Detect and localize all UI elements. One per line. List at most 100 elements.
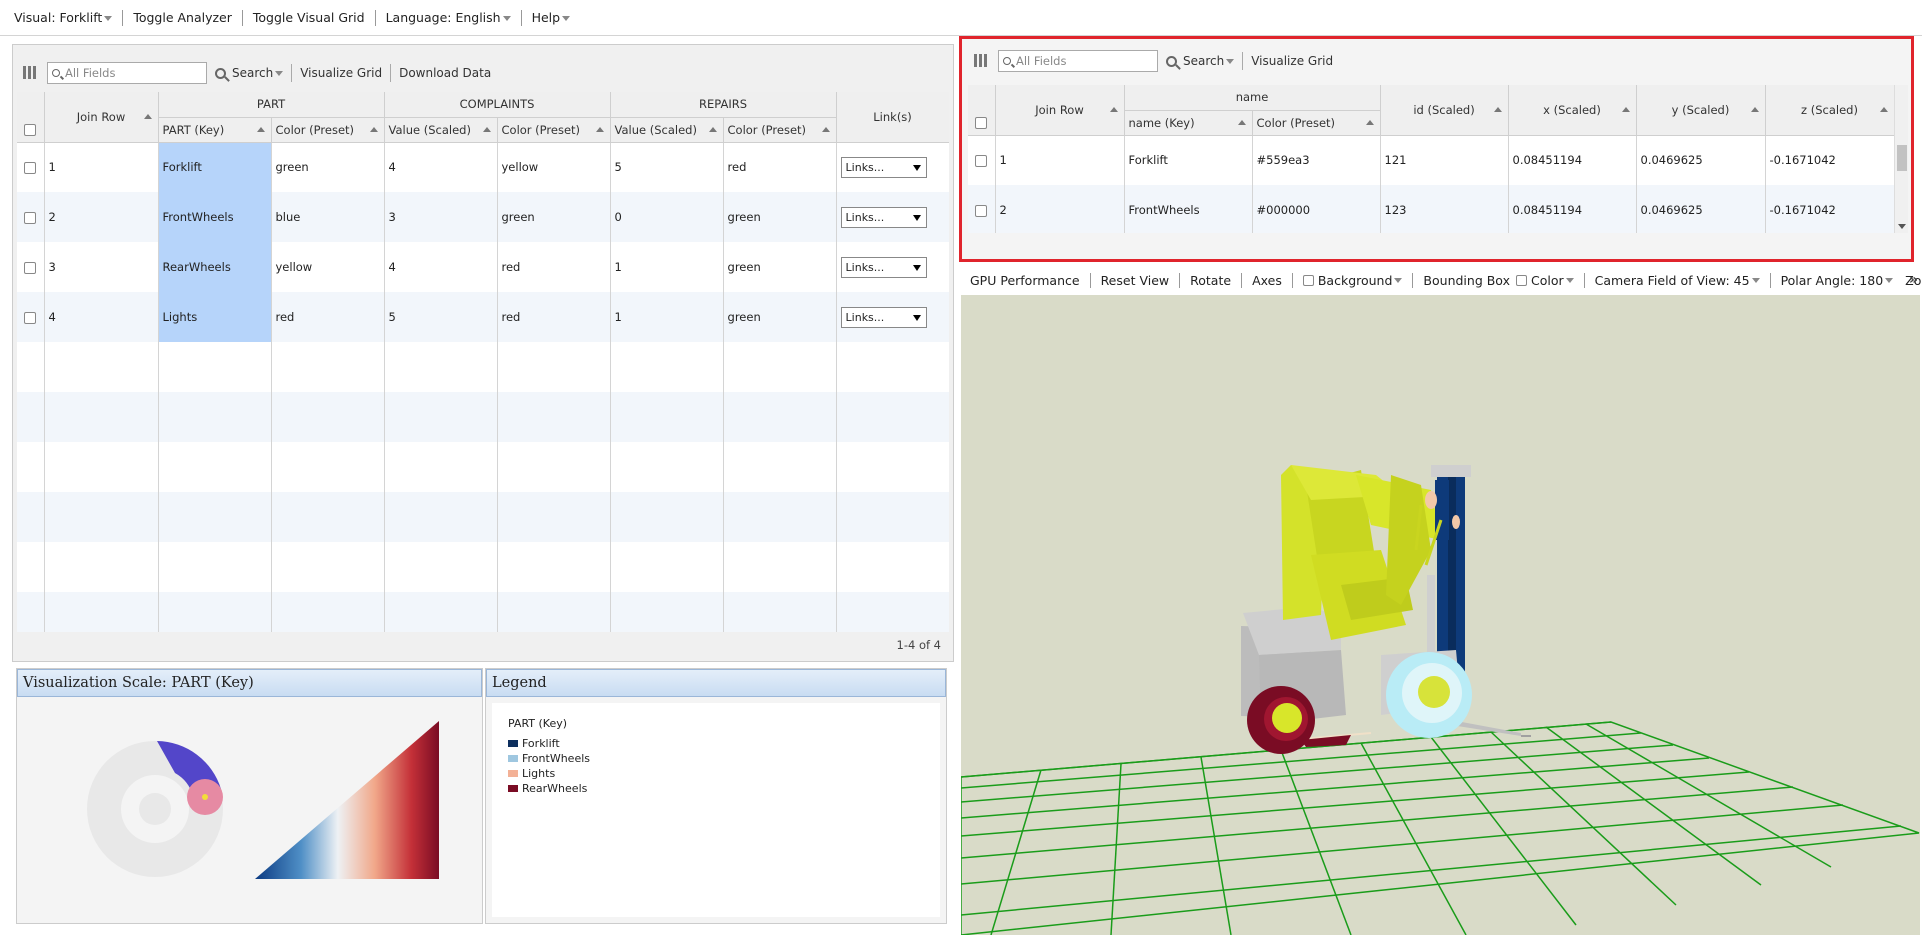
background-checkbox[interactable] [1302,274,1314,286]
cell-c-color [497,442,611,492]
right-visualize-grid-button[interactable]: Visualize Grid [1251,54,1333,68]
download-data-button[interactable]: Download Data [399,66,491,80]
table-row[interactable]: 3 RearWheels yellow 4 red 1 green Links... [17,242,949,292]
row-checkbox[interactable] [975,154,988,167]
cell-c-color: red [497,292,611,342]
scroll-down-icon[interactable] [1898,224,1906,229]
table-row[interactable]: 1 Forklift #559ea3 121 0.08451194 0.0469625 -0… [968,135,1895,185]
cell-links: Links... [836,292,949,342]
vertical-scrollbar[interactable] [1894,85,1908,233]
repairs-value-header[interactable]: Value (Scaled) [610,117,724,143]
toggle-visual-grid-button[interactable]: Toggle Visual Grid [243,9,376,26]
table-row[interactable]: 1 Forklift green 4 yellow 5 red Links... [17,142,949,192]
help-menu[interactable]: Help [522,10,581,26]
join-row-header[interactable]: Join Row [44,92,159,143]
id-header[interactable]: id (Scaled) [1380,85,1509,136]
sort-up-icon [256,126,265,132]
select-all-checkbox[interactable] [975,116,988,129]
row-checkbox[interactable] [975,204,988,217]
legend-list: Forklift FrontWheels Lights RearWheels [508,737,924,795]
color-menu[interactable]: Color [1514,272,1585,288]
left-search-button[interactable]: Search [215,66,284,80]
left-visualize-grid-button[interactable]: Visualize Grid [300,66,382,80]
camera-fov-menu[interactable]: Camera Field of View: 45 [1585,272,1771,288]
sort-up-icon [1365,119,1374,125]
table-row[interactable]: 2 FrontWheels #000000 123 0.08451194 0.046962… [968,185,1895,233]
right-grid-body: Join Row name id (Scaled) x (Scaled) y (… [968,85,1908,233]
cell-c-color [497,392,611,442]
y-header-label: y (Scaled) [1671,102,1730,117]
links-dropdown[interactable]: Links... [840,206,927,228]
row-checkbox[interactable] [24,261,37,274]
cell-r-value [610,342,724,392]
name-color-header[interactable]: Color (Preset) [1252,110,1381,136]
legend-body: PART (Key) Forklift FrontWheels Lights Rear… [492,703,940,917]
part-color-header-label: Color (Preset) [275,122,355,137]
column-chooser-icon[interactable] [974,54,988,68]
language-menu[interactable]: Language: English [376,9,522,26]
row-checkbox[interactable] [24,211,37,224]
sort-up-icon [369,126,378,132]
part-color-header[interactable]: Color (Preset) [271,117,385,143]
table-row[interactable]: 4 Lights red 5 red 1 green Links... [17,292,949,342]
cell-c-color: yellow [497,142,611,192]
scale-color-ramp-triangle [255,721,439,879]
complaints-value-header-label: Value (Scaled) [388,122,471,137]
bounding-box-checkbox[interactable] [1515,274,1527,286]
z-header[interactable]: z (Scaled) [1765,85,1895,136]
cell-r-value [610,492,724,542]
rotate-button[interactable]: Rotate [1180,272,1243,288]
y-header[interactable]: y (Scaled) [1636,85,1766,136]
links-dropdown[interactable]: Links... [840,156,927,178]
visual-menu[interactable]: Visual: Forklift [4,9,124,26]
cell-c-value [384,492,498,542]
complaints-value-header[interactable]: Value (Scaled) [384,117,498,143]
cell-r-color [723,392,837,442]
left-search-label: Search [232,66,274,80]
select-all-checkbox[interactable] [24,123,37,136]
reset-view-button[interactable]: Reset View [1091,272,1181,288]
right-search-input[interactable]: All Fields [998,50,1158,72]
visualization-scale-panel: Visualization Scale: PART (Key) [16,668,483,924]
cell-part-color [271,592,385,632]
repairs-color-header[interactable]: Color (Preset) [723,117,837,143]
scrollbar-thumb[interactable] [1897,145,1907,171]
legend-heading: PART (Key) [508,717,568,730]
right-search-button[interactable]: Search [1166,54,1235,68]
cell-r-value: 1 [610,292,724,342]
x-header[interactable]: x (Scaled) [1508,85,1637,136]
polar-angle-menu[interactable]: Polar Angle: 180 [1771,273,1904,288]
sort-up-icon [1750,106,1759,112]
part-key-header[interactable]: PART (Key) [158,117,272,143]
right-grid-toolbar: All Fields Search Visualize Grid [968,45,1898,77]
sort-up-icon [1621,106,1630,112]
sort-up-icon [1879,106,1888,112]
join-row-header[interactable]: Join Row [995,85,1125,136]
row-checkbox[interactable] [24,311,37,324]
table-row[interactable]: 2 FrontWheels blue 3 green 0 green Links... [17,192,949,242]
cell-color: #559ea3 [1252,135,1381,185]
3d-viewer-canvas[interactable] [961,295,1920,935]
axes-button[interactable]: Axes [1242,272,1293,288]
join-row-header-label: Join Row [76,109,126,124]
row-checkbox-cell [17,392,45,442]
toolbar-overflow-icon[interactable]: » [1909,272,1918,288]
cell-color: #000000 [1252,185,1381,233]
cell-r-value: 5 [610,142,724,192]
row-checkbox[interactable] [24,161,37,174]
column-chooser-icon[interactable] [23,66,37,80]
sort-up-icon [708,126,717,132]
complaints-group-header: COMPLAINTS [384,92,611,118]
search-icon [1003,57,1011,65]
left-search-input[interactable]: All Fields [47,62,207,84]
links-dropdown[interactable]: Links... [840,306,927,328]
cell-join-row [44,392,159,442]
gpu-performance-button[interactable]: GPU Performance [961,272,1091,288]
background-menu[interactable]: Background [1293,272,1414,288]
toggle-analyzer-button[interactable]: Toggle Analyzer [123,9,243,26]
complaints-color-header[interactable]: Color (Preset) [497,117,611,143]
links-dropdown[interactable]: Links... [840,256,927,278]
background-label: Background [1317,272,1393,288]
name-key-header[interactable]: name (Key) [1124,110,1253,136]
cell-r-value [610,592,724,632]
